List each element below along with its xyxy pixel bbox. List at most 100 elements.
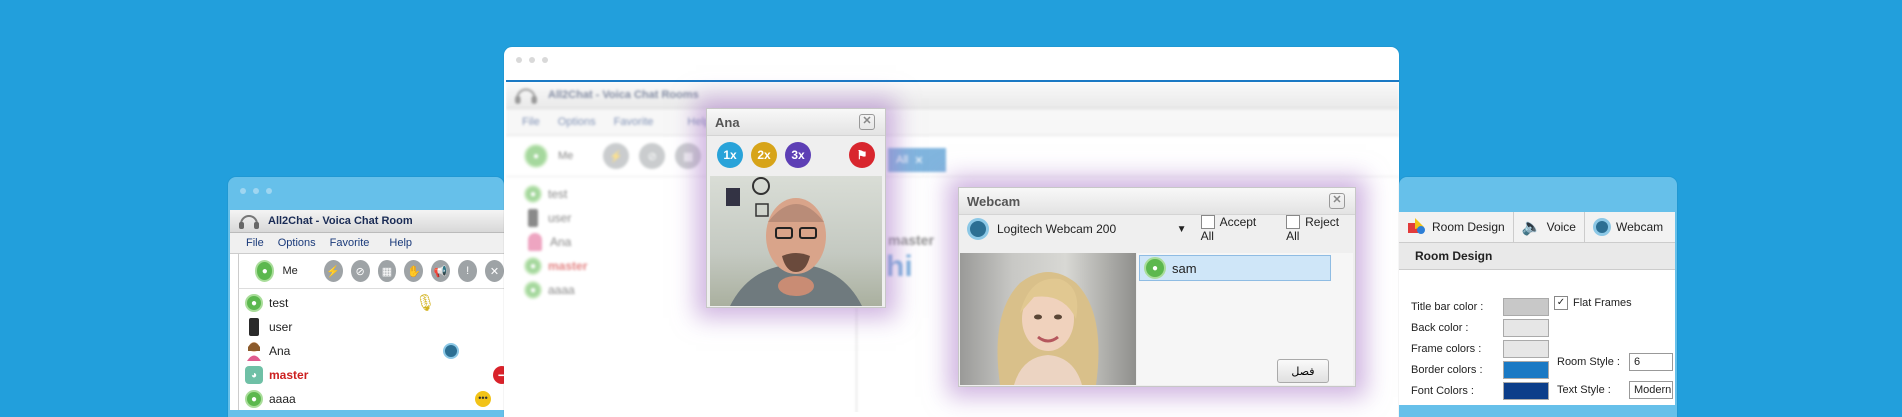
text-style-row: Text Style : Modern — [1557, 381, 1673, 399]
left-toolbar: ● Me ⚡ ⊘ ▦ ✋ 📢 ! ✕ — [238, 254, 504, 289]
reject-all-checkbox[interactable]: Reject All — [1286, 215, 1355, 243]
webcam-icon — [1592, 218, 1611, 236]
menu-options[interactable]: Options — [278, 237, 316, 249]
calendar-icon[interactable]: ▦ — [377, 260, 397, 282]
info-icon[interactable]: ! — [458, 260, 478, 282]
room-design-icon — [1407, 217, 1427, 238]
user-name: Ana — [550, 235, 572, 249]
lightning-icon[interactable]: ⚡ — [323, 260, 343, 282]
webcam-dialog-title: Webcam — [967, 193, 1021, 209]
user-name: test — [548, 187, 568, 201]
block-icon: − — [493, 366, 504, 384]
user-row-aaaa[interactable]: ● aaaa ••• — [239, 387, 504, 410]
chevron-down-icon[interactable]: ▼ — [1177, 224, 1187, 235]
viewer-row-sam[interactable]: ● sam — [1139, 255, 1331, 281]
user-name: user — [548, 211, 572, 225]
chat-message: hi — [886, 250, 913, 283]
webcam-dialog: Webcam ✕ Logitech Webcam 200 ▼ Accept Al… — [958, 187, 1356, 387]
me-label[interactable]: Me — [282, 265, 297, 277]
female-avatar-icon — [528, 233, 542, 251]
setting-label: Frame colors : — [1411, 342, 1482, 355]
menu-favorite[interactable]: Favorite — [330, 237, 370, 249]
user-row-master[interactable]: ◕ master − — [239, 363, 504, 387]
user-avatar-icon: ● — [245, 294, 263, 312]
close-circle-icon[interactable]: ✕ — [485, 260, 504, 282]
zoom-3x-button[interactable]: 3x — [785, 142, 811, 168]
window-dots — [240, 188, 272, 194]
megaphone-icon[interactable]: 📢 — [431, 260, 451, 282]
setting-label: Title bar color : — [1411, 300, 1484, 313]
title-bar-color-swatch[interactable] — [1503, 297, 1549, 316]
settings-window: Room Design 🔈 Voice Webcam Room Design T… — [1399, 212, 1675, 405]
ana-video-feed — [710, 176, 882, 306]
user-name-master: master — [548, 259, 588, 273]
hand-icon[interactable]: ✋ — [404, 260, 424, 282]
accept-all-checkbox[interactable]: Accept All — [1200, 215, 1273, 243]
tab-voice[interactable]: 🔈 Voice — [1514, 212, 1585, 242]
center-titlebar: All2Chat - Voica Chat Rooms — [506, 82, 1399, 109]
close-icon[interactable]: ✕ — [859, 114, 875, 130]
color-settings: Title bar color : Back color : Frame col… — [1411, 296, 1549, 401]
section-title: Room Design — [1415, 249, 1493, 263]
ana-dialog-title: Ana — [715, 114, 740, 130]
me-label[interactable]: Me — [558, 150, 573, 162]
disconnect-button[interactable]: فصل — [1277, 359, 1329, 383]
user-row-test[interactable]: ● test 🎙 — [239, 291, 504, 315]
setting-label: Border colors : — [1411, 363, 1483, 376]
ana-dialog-titlebar: Ana ✕ — [707, 109, 885, 136]
room-style-label: Room Style : — [1557, 356, 1620, 368]
tab-webcam[interactable]: Webcam — [1585, 212, 1671, 242]
user-avatar-icon: ● — [1144, 257, 1166, 279]
room-style-select[interactable]: 6 — [1629, 353, 1673, 371]
font-color-swatch[interactable] — [1503, 381, 1549, 400]
webcam-dialog-titlebar: Webcam ✕ — [959, 188, 1355, 215]
back-color-swatch[interactable] — [1503, 318, 1549, 337]
lightning-icon[interactable]: ⚡ — [603, 143, 630, 169]
setting-row-frame: Frame colors : — [1411, 338, 1549, 359]
block-icon[interactable]: ⊘ — [350, 260, 370, 282]
menu-file[interactable]: File — [246, 237, 264, 249]
chat-message-row: master hi — [886, 232, 934, 284]
webcam-controls: Logitech Webcam 200 ▼ Accept All Reject … — [959, 215, 1355, 243]
speaker-icon: 🔈 — [1521, 219, 1542, 236]
center-blurred-content: All2Chat - Voica Chat Rooms File Options… — [506, 82, 1399, 412]
admin-avatar-icon: ● — [524, 257, 542, 275]
user-avatar-icon: ● — [524, 281, 542, 299]
border-color-swatch[interactable] — [1503, 360, 1549, 379]
menu-options[interactable]: Options — [558, 116, 596, 128]
text-style-select[interactable]: Modern — [1629, 381, 1673, 399]
text-style-label: Text Style : — [1557, 384, 1611, 396]
tab-room-design[interactable]: Room Design — [1399, 212, 1514, 242]
room-style-row: Room Style : 6 — [1557, 353, 1673, 371]
user-name: Ana — [269, 344, 291, 358]
microphone-icon: 🎙 — [415, 295, 436, 312]
setting-row-border: Border colors : — [1411, 359, 1549, 380]
window-dots — [516, 57, 548, 63]
calendar-icon[interactable]: ▦ — [675, 143, 702, 169]
ana-zoom-toolbar: 1x 2x 3x ⚑ — [707, 136, 885, 174]
device-select[interactable]: Logitech Webcam 200 ▼ — [997, 222, 1187, 236]
checkbox-box — [1200, 215, 1215, 230]
user-name: aaaa — [269, 392, 296, 406]
tab-all[interactable]: All ✕ — [888, 148, 946, 172]
tab-label: Webcam — [1615, 220, 1664, 234]
close-icon[interactable]: ✕ — [1329, 193, 1345, 209]
setting-row-title-bar: Title bar color : — [1411, 296, 1549, 317]
left-chat-window: All2Chat - Voica Chat Room File Options … — [230, 210, 504, 410]
menu-help[interactable]: Help — [389, 237, 412, 249]
setting-label: Back color : — [1411, 321, 1469, 334]
frame-color-swatch[interactable] — [1503, 339, 1549, 358]
flag-icon[interactable]: ⚑ — [849, 142, 875, 168]
block-icon[interactable]: ⊘ — [639, 143, 666, 169]
center-toolbar: ● Me ⚡ ⊘ ▦ — [506, 136, 1399, 177]
tab-label: Voice — [1546, 220, 1576, 234]
menu-favorite[interactable]: Favorite — [614, 116, 654, 128]
me-avatar-icon: ● — [524, 144, 548, 168]
user-row-ana[interactable]: Ana — [239, 339, 504, 363]
tab-close-icon[interactable]: ✕ — [914, 154, 923, 167]
flat-frames-checkbox[interactable]: ✓ Flat Frames — [1554, 296, 1632, 310]
user-row-user[interactable]: user — [239, 315, 504, 339]
zoom-1x-button[interactable]: 1x — [717, 142, 743, 168]
menu-file[interactable]: File — [522, 116, 540, 128]
zoom-2x-button[interactable]: 2x — [751, 142, 777, 168]
